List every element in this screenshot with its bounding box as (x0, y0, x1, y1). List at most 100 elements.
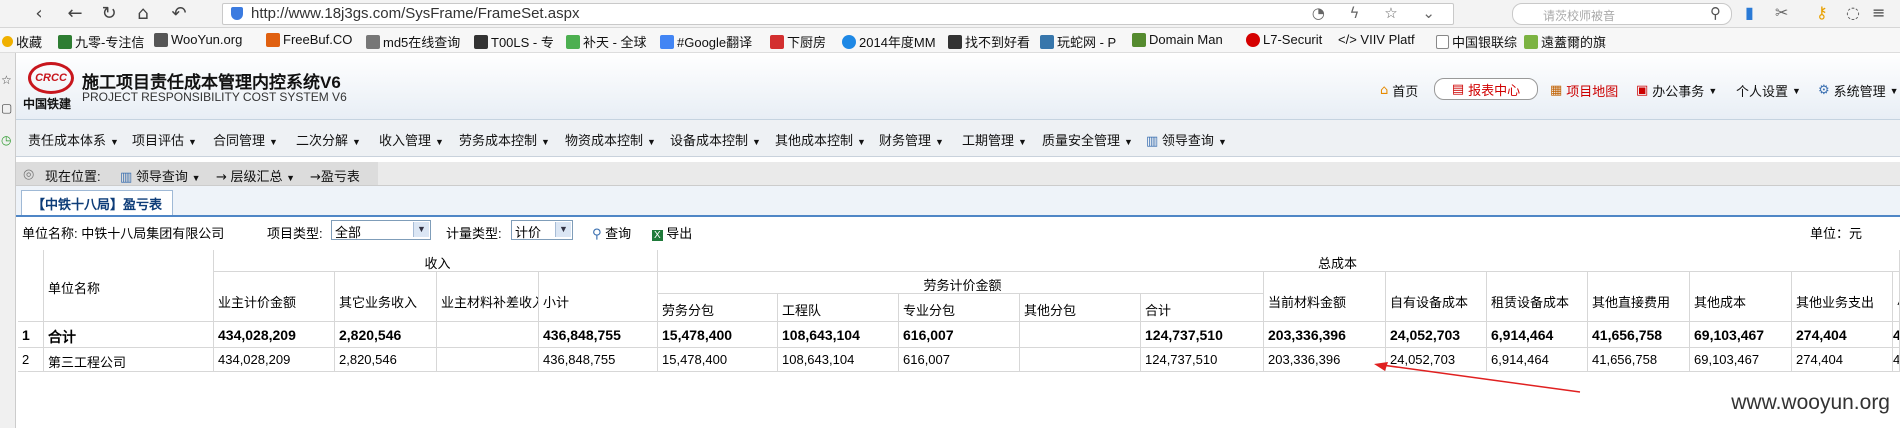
excel-icon: X (652, 230, 663, 241)
reader-icon[interactable]: ▮ (1745, 3, 1754, 22)
table-cell: 2,820,546 (335, 322, 437, 348)
search-icon[interactable]: ⚲ (1710, 4, 1721, 22)
cut-icon[interactable]: ✂ (1775, 3, 1788, 22)
nav-home[interactable]: ⌂ 首页 (1380, 81, 1418, 100)
nav-system[interactable]: ⚙ 系统管理 ▼ (1818, 81, 1899, 100)
home-icon[interactable]: ⌂ (132, 3, 154, 24)
page-icon[interactable]: ▢ (1, 101, 12, 115)
menu-item[interactable]: 工期管理 ▼ (962, 130, 1027, 149)
chevron-down-icon: ▼ (1792, 85, 1801, 96)
measure-type-select[interactable]: 计价 ▼ (511, 220, 573, 240)
nav-office[interactable]: ▣ 办公事务 ▼ (1636, 81, 1717, 100)
currency-unit: 单位：元 (1810, 226, 1863, 241)
table-cell: 2,820,546 (335, 348, 437, 372)
back-arrow-icon[interactable]: ← (64, 3, 86, 24)
query-button[interactable]: ⚲ 查询 (592, 223, 631, 242)
bookmark-item[interactable]: Domain Man (1132, 32, 1223, 47)
table-cell: 15,478,400 (658, 348, 778, 372)
chevron-down-icon: ▼ (555, 222, 571, 237)
menu-icon[interactable]: ≡ (1872, 3, 1885, 22)
table-cell (437, 322, 539, 348)
bookmark-item[interactable]: 玩蛇网 - P (1040, 32, 1116, 51)
bookmark-item[interactable]: 中国银联综 (1436, 32, 1517, 51)
table-cell: 434,028,209 (214, 322, 335, 348)
bookmark-item[interactable]: 2014年度MM (842, 32, 936, 51)
tab-profit-loss[interactable]: 【中铁十八局】盈亏表 (21, 190, 173, 215)
measure-type-label: 计量类型: (446, 226, 502, 241)
bookmark-item[interactable]: 遠蓋爾的旗 (1524, 32, 1606, 51)
arrow-right-icon: → (216, 170, 227, 185)
table-cell: 616,007 (899, 348, 1020, 372)
browser-search-input[interactable]: 请茨校师被音 ⚲ (1512, 3, 1732, 25)
bookmark-item[interactable]: #Google翻译 (660, 32, 752, 51)
address-bar-actions[interactable]: ◔ ϟ ☆ ⌄ (1312, 4, 1445, 22)
nav-project-map[interactable]: ▦ 项目地图 (1550, 81, 1618, 100)
bookmark-item[interactable]: 下厨房 (770, 32, 826, 51)
shield-icon (231, 7, 243, 20)
chevron-down-icon: ▼ (110, 137, 119, 147)
bookmark-icon (1246, 32, 1260, 47)
row-unit-name[interactable]: 第三工程公司 (44, 348, 214, 372)
menu-item[interactable]: 质量安全管理 ▼ (1042, 130, 1133, 149)
menu-item[interactable]: 项目评估 ▼ (132, 130, 197, 149)
bookmark-icon (660, 34, 674, 49)
chevron-down-icon: ▼ (1124, 137, 1133, 147)
bookmark-item[interactable]: WooYun.org (154, 32, 242, 47)
row-index: 1 (18, 322, 44, 348)
project-type-select[interactable]: 全部 ▼ (331, 220, 431, 240)
table-cell: 41,656,758 (1588, 322, 1690, 348)
header-col: 自有设备成本 (1386, 272, 1487, 322)
menu-item[interactable]: 合同管理 ▼ (213, 130, 278, 149)
history-icon[interactable]: ◷ (1, 133, 11, 147)
bookmark-icon (566, 34, 580, 49)
breadcrumb-item[interactable]: ▥ 领导查询 ▼ (120, 166, 200, 185)
table-cell: 470, (1893, 348, 1900, 372)
bookmark-item[interactable]: 收藏 (2, 32, 42, 51)
bookmark-item[interactable]: md5在线查询 (366, 32, 460, 51)
bookmark-item[interactable]: 找不到好看 (948, 32, 1030, 51)
bookmark-item[interactable]: 九零-专注信 (58, 32, 144, 51)
location-icon: ◎ (23, 166, 35, 181)
table-cell: 69,103,467 (1690, 322, 1792, 348)
nav-personal[interactable]: 个人设置 ▼ (1736, 81, 1801, 100)
menu-item[interactable]: 劳务成本控制 ▼ (459, 130, 550, 149)
refresh-icon[interactable]: ↻ (98, 3, 120, 24)
favorite-icon[interactable]: ☆ (1, 73, 12, 87)
extension-icon[interactable]: ◌ (1846, 3, 1860, 22)
bookmark-icon (770, 34, 784, 49)
menu-item[interactable]: 物资成本控制 ▼ (565, 130, 656, 149)
address-bar[interactable]: http://www.18j3gs.com/SysFrame/FrameSet.… (222, 3, 1454, 25)
annotation-arrow-head (1374, 362, 1388, 371)
main-menu: 责任成本体系 ▼ 项目评估 ▼ 合同管理 ▼ 二次分解 ▼ 收入管理 ▼ 劳务成本控制 ▼ … (16, 120, 1900, 157)
bookmark-item[interactable]: FreeBuf.CO (266, 32, 352, 47)
export-button[interactable]: X 导出 (652, 223, 692, 242)
search-placeholder: 请茨校师被音 (1543, 9, 1616, 23)
key-icon[interactable]: ⚷ (1816, 3, 1828, 22)
table-cell: 108,643,104 (778, 348, 899, 372)
back-icon[interactable]: ‹ (28, 3, 50, 24)
menu-item[interactable]: 设备成本控制 ▼ (670, 130, 761, 149)
nav-report-center[interactable]: ▤ 报表中心 (1434, 78, 1538, 100)
unit-name-label: 单位名称: 中铁十八局集团有限公司 (22, 226, 225, 241)
bookmark-item[interactable]: L7-Securit (1246, 32, 1322, 47)
undo-icon[interactable]: ↶ (168, 3, 190, 24)
chevron-down-icon: ▼ (352, 137, 361, 147)
menu-item[interactable]: 责任成本体系 ▼ (28, 130, 119, 149)
bookmark-item[interactable]: </> VIIV Platf (1338, 32, 1415, 47)
bookmark-item[interactable]: T00LS - 专 (474, 32, 554, 51)
table-cell: 24,052,703 (1386, 322, 1487, 348)
menu-item[interactable]: 其他成本控制 ▼ (775, 130, 866, 149)
table-cell: 274,404 (1792, 322, 1893, 348)
star-icon (2, 36, 13, 47)
home-icon: ⌂ (1380, 83, 1389, 98)
menu-item[interactable]: 二次分解 ▼ (296, 130, 361, 149)
menu-item[interactable]: 财务管理 ▼ (879, 130, 944, 149)
table-cell (437, 348, 539, 372)
menu-item[interactable]: 收入管理 ▼ (379, 130, 444, 149)
bookmark-icon (366, 34, 380, 49)
annotation-arrow (1374, 362, 1581, 393)
breadcrumb-item[interactable]: → 层级汇总 ▼ (216, 166, 295, 185)
bookmark-item[interactable]: 补天 - 全球 (566, 32, 647, 51)
menu-item[interactable]: ▥ 领导查询 ▼ (1146, 130, 1227, 149)
bookmark-icon (948, 34, 962, 49)
